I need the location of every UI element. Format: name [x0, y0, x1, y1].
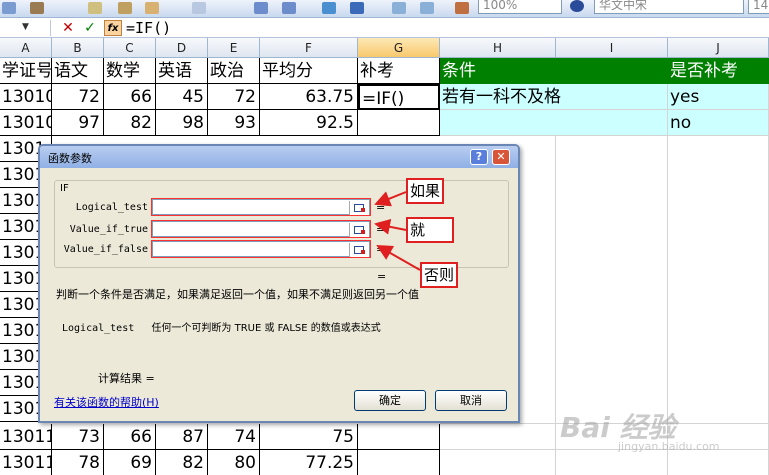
arrow-to-logical-test [374, 191, 407, 207]
baidu-watermark-url: jingyan.baidu.com [618, 440, 720, 453]
callout-then: 就 [406, 217, 454, 243]
arrow-to-value-if-false [376, 245, 421, 271]
arrow-to-value-if-true [374, 218, 407, 235]
callout-else: 否则 [420, 262, 459, 288]
annotation-arrows [374, 191, 421, 271]
callout-if: 如果 [406, 178, 445, 204]
